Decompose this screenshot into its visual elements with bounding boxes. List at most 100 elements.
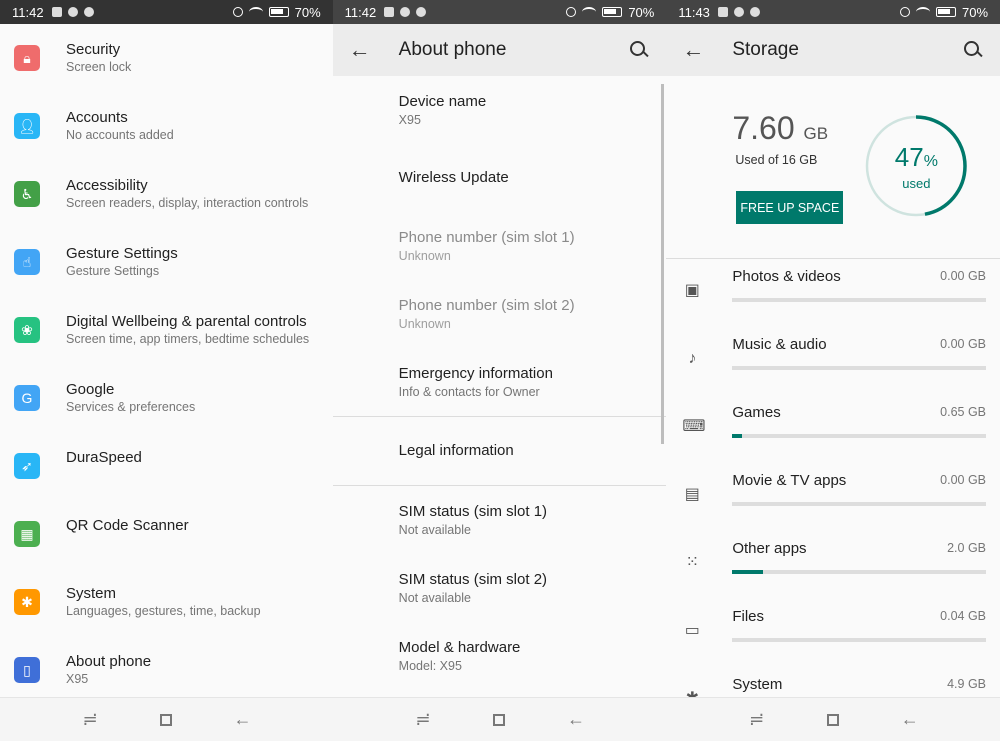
storage-item-name: Games [732, 404, 781, 421]
settings-item[interactable]: 🔒︎ Security Screen lock [0, 24, 333, 92]
storage-item-name: Photos & videos [732, 268, 841, 285]
storage-item[interactable]: ♪ Music & audio 0.00 GB [666, 327, 1000, 395]
back-nav-icon[interactable]: ← [566, 709, 586, 730]
about-item[interactable]: SIM status (sim slot 1) Not available [333, 486, 667, 554]
settings-item-text: Accessibility Screen readers, display, in… [66, 176, 308, 212]
person-icon: 👤︎ [14, 113, 40, 139]
settings-item[interactable]: ➶ DuraSpeed [0, 432, 333, 500]
storage-item[interactable]: ⁙ Other apps 2.0 GB [666, 531, 1000, 599]
home-icon[interactable] [493, 713, 506, 726]
storage-item[interactable]: ▭ Files 0.04 GB [666, 599, 1000, 667]
about-item-title: Legal information [398, 442, 514, 459]
storage-list: ▣ Photos & videos 0.00 GB ♪ Music & audio 0.0… [666, 259, 1000, 735]
image-notification-icon [384, 7, 395, 17]
toolbar: ← Storage [666, 24, 1000, 76]
storage-progress-bar [732, 366, 987, 370]
settings-item[interactable]: ☝︎ Gesture Settings Gesture Settings [0, 228, 333, 296]
settings-item-text: Security Screen lock [66, 40, 131, 76]
settings-item-text: Gesture Settings Gesture Settings [66, 244, 178, 280]
used-unit: GB [803, 124, 829, 143]
settings-item-title: DuraSpeed [66, 448, 142, 466]
wifi-icon [915, 7, 930, 17]
app-notification-icon [733, 7, 744, 17]
about-item-title: Phone number (sim slot 2) [398, 296, 575, 314]
about-item-subtitle: Unknown [398, 248, 451, 263]
storage-item-size: 0.00 GB [940, 269, 987, 283]
page-title: Storage [732, 39, 799, 60]
percent-used: 47% [863, 142, 969, 173]
storage-item[interactable]: ⌨ Games 0.65 GB [666, 395, 1000, 463]
status-time: 11:42 [344, 4, 377, 20]
recents-icon[interactable]: ≓ [80, 709, 100, 730]
settings-item[interactable]: ✱ System Languages, gestures, time, backup [0, 568, 333, 636]
about-item[interactable]: Wireless Update [333, 144, 667, 212]
back-arrow-icon[interactable]: ← [682, 37, 732, 63]
status-bar: 11:42 70% [0, 0, 333, 24]
status-bar: 11:42 70% [332, 0, 667, 24]
about-item-title: Model & hardware [398, 638, 521, 656]
qr-icon: ▦ [14, 521, 40, 547]
search-icon[interactable] [628, 39, 650, 61]
settings-item-title: Accessibility [66, 177, 148, 194]
home-icon[interactable] [160, 713, 173, 726]
settings-item-title: QR Code Scanner [66, 516, 189, 534]
about-item-subtitle: Unknown [398, 316, 451, 331]
recents-icon[interactable]: ≓ [747, 709, 767, 730]
recents-icon[interactable]: ≓ [413, 709, 433, 730]
settings-item[interactable]: ♿︎ Accessibility Screen readers, display, … [0, 160, 333, 228]
back-arrow-icon[interactable]: ← [349, 37, 399, 63]
settings-list: 🔒︎ Security Screen lock 👤︎ Accounts No accoun… [0, 24, 333, 704]
free-up-space-button[interactable]: FREE UP SPACE [736, 191, 844, 224]
about-item-subtitle: X95 [398, 112, 421, 127]
settings-screen: 11:42 70% 🔒︎ Security Screen lock 👤︎ Account… [0, 0, 333, 741]
storage-item-size: 2.0 GB [947, 541, 987, 555]
about-item[interactable]: Phone number (sim slot 1) Unknown [333, 212, 667, 280]
about-item-title: SIM status (sim slot 1) [398, 502, 548, 520]
storage-summary: 7.60 GB Used of 16 GB FREE UP SPACE 47% … [666, 76, 1000, 259]
page-title: About phone [398, 39, 507, 60]
back-nav-icon[interactable]: ← [900, 709, 920, 730]
about-item-subtitle: Not available [398, 522, 471, 537]
about-item[interactable]: Emergency information Info & contacts for… [333, 348, 667, 416]
about-item-title: Wireless Update [398, 169, 509, 186]
about-item[interactable]: Model & hardware Model: X95 [333, 622, 667, 690]
settings-item[interactable]: ▦ QR Code Scanner [0, 500, 333, 568]
settings-item[interactable]: ▯ About phone X95 [0, 636, 333, 704]
search-icon[interactable] [962, 39, 984, 61]
about-item-title: Phone number (sim slot 1) [398, 228, 575, 246]
about-item-title: Emergency information [398, 364, 553, 382]
settings-item-subtitle: Screen readers, display, interaction con… [66, 196, 309, 210]
settings-item-title: Digital Wellbeing & parental controls [66, 313, 307, 330]
battery-icon [602, 7, 623, 17]
battery-percent: 70% [294, 4, 321, 20]
settings-item-subtitle: Languages, gestures, time, backup [66, 604, 261, 618]
storage-item[interactable]: ▣ Photos & videos 0.00 GB [666, 259, 1000, 327]
back-nav-icon[interactable]: ← [233, 709, 253, 730]
lock-icon: 🔒︎ [14, 45, 40, 71]
scrollbar[interactable] [661, 84, 665, 444]
settings-item[interactable]: 👤︎ Accounts No accounts added [0, 92, 333, 160]
app-notification-icon [400, 7, 411, 17]
battery-icon [268, 7, 289, 17]
settings-item-title: Accounts [66, 109, 128, 126]
image-notification-icon [51, 7, 62, 17]
storage-item-name: Music & audio [732, 336, 827, 353]
settings-item[interactable]: ❀ Digital Wellbeing & parental controls Sc… [0, 296, 333, 364]
about-item[interactable]: Phone number (sim slot 2) Unknown [333, 280, 667, 348]
settings-item-text: Digital Wellbeing & parental controls Scr… [66, 312, 309, 348]
status-time: 11:42 [12, 4, 44, 20]
mute-icon [566, 7, 577, 17]
home-icon[interactable] [827, 713, 840, 726]
storage-item-size: 0.65 GB [940, 405, 987, 419]
settings-item[interactable]: G Google Services & preferences [0, 364, 333, 432]
about-item[interactable]: SIM status (sim slot 2) Not available [333, 554, 667, 622]
settings-item-subtitle: Screen time, app timers, bedtime schedul… [66, 332, 310, 346]
about-item[interactable]: Legal information [333, 417, 667, 485]
phone-icon: ▯ [14, 657, 40, 683]
nav-bar: ≓ ← [332, 697, 667, 741]
storage-item[interactable]: ▤ Movie & TV apps 0.00 GB [666, 463, 1000, 531]
settings-item-subtitle: X95 [66, 672, 89, 686]
about-item[interactable]: Device name X95 [333, 76, 667, 144]
settings-item-title: Security [66, 41, 121, 58]
storage-progress-fill [732, 434, 743, 438]
